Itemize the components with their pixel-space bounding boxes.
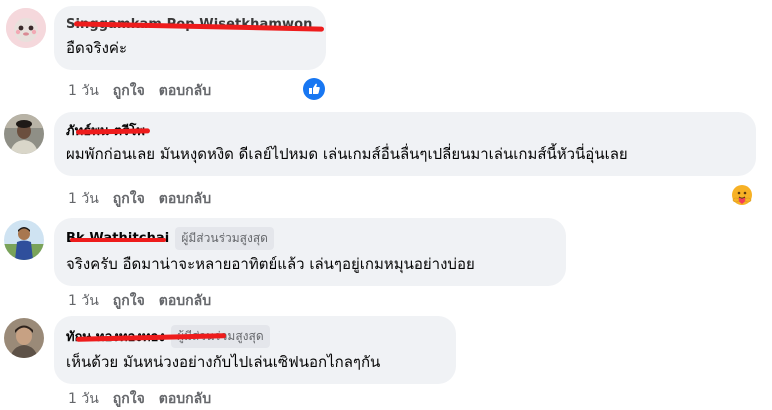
like-button[interactable]: ถูกใจ [113,290,145,312]
reply-button[interactable]: ตอบกลับ [159,80,211,102]
care-reaction-icon[interactable] [731,184,753,206]
like-button[interactable]: ถูกใจ [113,80,145,102]
like-button[interactable]: ถูกใจ [113,388,145,410]
author-row: Bk Wathitchai ผู้มีส่วนร่วมสูงสุด [66,226,554,250]
author-row: ภัทธ์พน ตรีโพ [66,120,744,140]
reply-button[interactable]: ตอบกลับ [159,388,211,410]
comment-bubble: Singgamkam Pop Wisetkhamwon อืดจริงค่ะ [54,6,326,70]
comment-text: เห็นด้วย มันหน่วงอย่างกับไปเล่นเซิฟนอกไก… [66,353,381,371]
like-button[interactable]: ถูกใจ [113,188,145,210]
avatar[interactable] [4,114,44,154]
comment-actions: 1 วัน ถูกใจ ตอบกลับ [68,188,211,210]
avatar[interactable] [4,318,44,358]
avatar[interactable] [4,220,44,260]
comment-actions: 1 วัน ถูกใจ ตอบกลับ [68,388,211,410]
avatar[interactable] [6,8,46,48]
comment-text: อืดจริงค่ะ [66,39,128,57]
comment-actions: 1 วัน ถูกใจ ตอบกลับ [68,290,211,312]
redaction-mark [70,238,166,242]
comment-bubble: ภัทธ์พน ตรีโพ ผมพักก่อนเลย มันหงุดหงิด ด… [54,112,756,176]
author-row: ทักษ ทองทองทอง ผู้มีส่วนร่วมสูงสุด [66,324,444,348]
reply-button[interactable]: ตอบกลับ [159,188,211,210]
like-reaction-icon[interactable] [303,78,325,100]
comment-actions: 1 วัน ถูกใจ ตอบกลับ [68,80,211,102]
comment-time[interactable]: 1 วัน [68,388,99,410]
author-row: Singgamkam Pop Wisetkhamwon [66,14,325,34]
comment-time[interactable]: 1 วัน [68,290,99,312]
comment-time[interactable]: 1 วัน [68,80,99,102]
comment-text: ผมพักก่อนเลย มันหงุดหงิด ดีเลย์ไปหมด เล่… [66,145,628,163]
comment-time[interactable]: 1 วัน [68,188,99,210]
comment-text: จริงครับ อืดมาน่าจะหลายอาทิตย์แล้ว เล่นๆ… [66,255,475,273]
comment-bubble: Bk Wathitchai ผู้มีส่วนร่วมสูงสุด จริงคร… [54,218,566,286]
reply-button[interactable]: ตอบกลับ [159,290,211,312]
top-contributor-badge: ผู้มีส่วนร่วมสูงสุด [175,226,274,250]
comment-bubble: ทักษ ทองทองทอง ผู้มีส่วนร่วมสูงสุด เห็นด… [54,316,456,384]
